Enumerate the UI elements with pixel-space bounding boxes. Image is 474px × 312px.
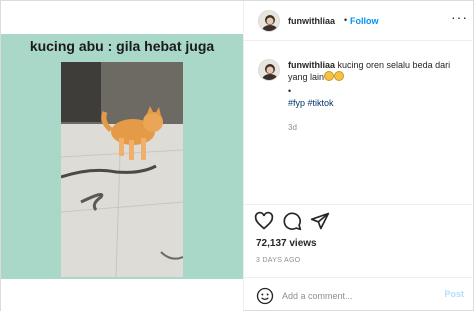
more-options-icon[interactable]: ··· [451, 9, 468, 25]
video-frame[interactable]: kucing abu : gila hebat juga [1, 34, 243, 279]
sweat-smile-emoji-icon [324, 71, 335, 81]
comment-icon[interactable] [282, 211, 302, 231]
heart-icon[interactable] [254, 211, 274, 231]
header-username[interactable]: funwithliaa [288, 16, 335, 26]
share-icon[interactable] [310, 211, 330, 231]
avatar[interactable] [258, 10, 280, 32]
caption-avatar-image [262, 64, 278, 80]
follow-button[interactable]: Follow [350, 16, 379, 26]
header-separator: • [344, 15, 348, 25]
video-player[interactable] [61, 62, 183, 277]
post-comment-button[interactable]: Post [444, 289, 464, 299]
caption-hashtags[interactable]: #fyp #tiktok [288, 97, 470, 109]
post-sidebar: funwithliaa • Follow ··· funwithliaa kuc… [243, 1, 474, 312]
video-overlay-caption: kucing abu : gila hebat juga [29, 38, 215, 54]
post-header: funwithliaa • Follow ··· [244, 1, 474, 41]
caption-username[interactable]: funwithliaa [288, 60, 335, 70]
caption-avatar[interactable] [258, 59, 280, 81]
avatar-image [262, 15, 278, 31]
action-bar [244, 204, 474, 234]
add-comment-bar: Post [244, 277, 474, 312]
sweat-smile-emoji-icon [334, 71, 345, 81]
caption-age: 3d [288, 123, 297, 132]
instagram-post: kucing abu : gila hebat juga funwithliaa… [0, 0, 474, 312]
post-timestamp: 3 DAYS AGO [256, 257, 301, 264]
views-count[interactable]: 72,137 views [256, 238, 317, 249]
caption-text-block: funwithliaa kucing oren selalu beda dari… [288, 59, 470, 109]
comment-input[interactable] [282, 289, 432, 303]
post-media: kucing abu : gila hebat juga [1, 1, 243, 312]
video-scene-image [61, 62, 183, 277]
emoji-icon[interactable] [256, 287, 274, 305]
caption-bullet: • [288, 86, 292, 96]
